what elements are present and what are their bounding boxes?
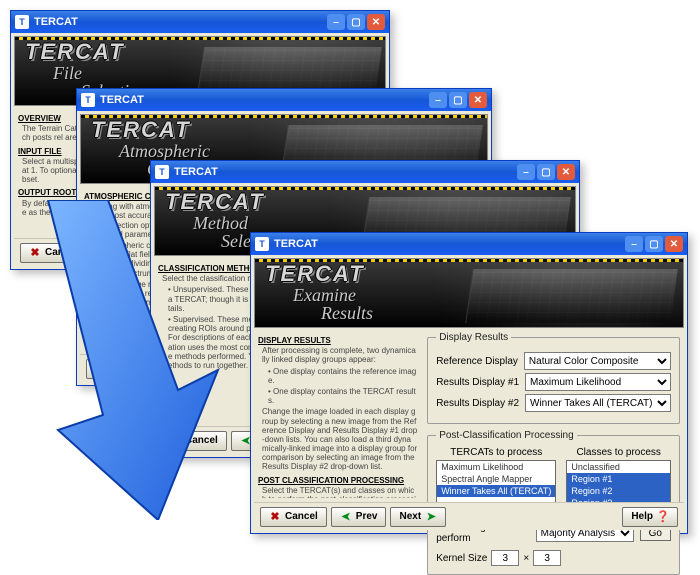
app-icon: T — [255, 237, 269, 251]
prev-button[interactable]: ➤Prev — [331, 507, 387, 527]
banner: TERCAT Examine Results — [254, 258, 684, 328]
window-close-button[interactable]: ✕ — [469, 92, 487, 108]
app-icon: T — [15, 15, 29, 29]
kernel-y-input[interactable] — [533, 550, 561, 566]
brand: TERCAT — [265, 261, 365, 287]
col-tercats-label: TERCATs to process — [436, 447, 556, 458]
group-display-results: Display Results Reference Display Natura… — [427, 332, 680, 424]
window-maximize-button[interactable]: ▢ — [537, 164, 555, 180]
cancel-button[interactable]: ✖Cancel — [260, 507, 327, 527]
reference-display-select[interactable]: Natural Color Composite — [524, 352, 671, 370]
help-button[interactable]: Help❓ — [622, 507, 678, 527]
titlebar[interactable]: T TERCAT – ▢ ✕ — [77, 89, 491, 111]
window-close-button[interactable]: ✕ — [367, 14, 385, 30]
title: TERCAT — [100, 94, 144, 106]
group-post-classification-legend: Post-Classification Processing — [436, 430, 577, 441]
results-display-2-select[interactable]: Winner Takes All (TERCAT) — [525, 394, 671, 412]
chevron-left-icon: ➤ — [340, 511, 352, 523]
help-panel: DISPLAY RESULTS After processing is comp… — [258, 332, 421, 498]
window-maximize-button[interactable]: ▢ — [449, 92, 467, 108]
titlebar[interactable]: T TERCAT – ▢ ✕ — [151, 161, 579, 183]
brand: TERCAT — [25, 39, 125, 65]
titlebar[interactable]: T TERCAT – ▢ ✕ — [251, 233, 687, 255]
brand: TERCAT — [165, 189, 265, 215]
label-results-1: Results Display #1 — [436, 377, 519, 388]
list-item[interactable]: Winner Takes All (TERCAT) — [437, 485, 555, 497]
titlebar[interactable]: T TERCAT – ▢ ✕ — [11, 11, 389, 33]
window-minimize-button[interactable]: – — [517, 164, 535, 180]
title: TERCAT — [274, 238, 318, 250]
window-examine-results: T TERCAT – ▢ ✕ TERCAT Examine Results DI… — [250, 232, 688, 534]
cancel-button[interactable]: ✖Cancel — [86, 359, 153, 379]
results-display-1-select[interactable]: Maximum Likelihood — [525, 373, 671, 391]
title: TERCAT — [174, 166, 218, 178]
banner-line-a: File — [53, 63, 82, 84]
next-button[interactable]: Next➤ — [390, 507, 446, 527]
group-display-results-legend: Display Results — [436, 332, 511, 343]
label-results-2: Results Display #2 — [436, 398, 519, 409]
kernel-label: Kernel Size — [436, 553, 487, 564]
list-item[interactable]: Maximum Likelihood — [437, 461, 555, 473]
window-minimize-button[interactable]: – — [429, 92, 447, 108]
window-maximize-button[interactable]: ▢ — [645, 236, 663, 252]
brand: TERCAT — [91, 117, 191, 143]
kernel-sep: × — [523, 553, 529, 564]
close-icon: ✖ — [95, 363, 107, 375]
list-item[interactable]: Unclassified — [567, 461, 670, 473]
window-minimize-button[interactable]: – — [327, 14, 345, 30]
list-item[interactable]: Region #1 — [567, 473, 670, 485]
app-icon: T — [81, 93, 95, 107]
chevron-right-icon: ➤ — [425, 511, 437, 523]
app-icon: T — [155, 165, 169, 179]
kernel-x-input[interactable] — [491, 550, 519, 566]
window-maximize-button[interactable]: ▢ — [347, 14, 365, 30]
title: TERCAT — [34, 16, 78, 28]
label-reference-display: Reference Display — [436, 356, 518, 367]
wizard-footer: ✖Cancel ➤Prev Next➤ Help❓ — [254, 502, 684, 530]
window-close-button[interactable]: ✕ — [557, 164, 575, 180]
close-icon: ✖ — [269, 511, 281, 523]
close-icon: ✖ — [169, 435, 181, 447]
help-icon: ❓ — [657, 511, 669, 523]
list-item[interactable]: Region #2 — [567, 485, 670, 497]
cancel-button[interactable]: ✖Cancel — [160, 431, 227, 451]
window-close-button[interactable]: ✕ — [665, 236, 683, 252]
close-icon: ✖ — [29, 247, 41, 259]
list-item[interactable]: Spectral Angle Mapper — [437, 473, 555, 485]
banner-line-b: Results — [321, 303, 373, 324]
window-minimize-button[interactable]: – — [625, 236, 643, 252]
col-classes-label: Classes to process — [566, 447, 671, 458]
